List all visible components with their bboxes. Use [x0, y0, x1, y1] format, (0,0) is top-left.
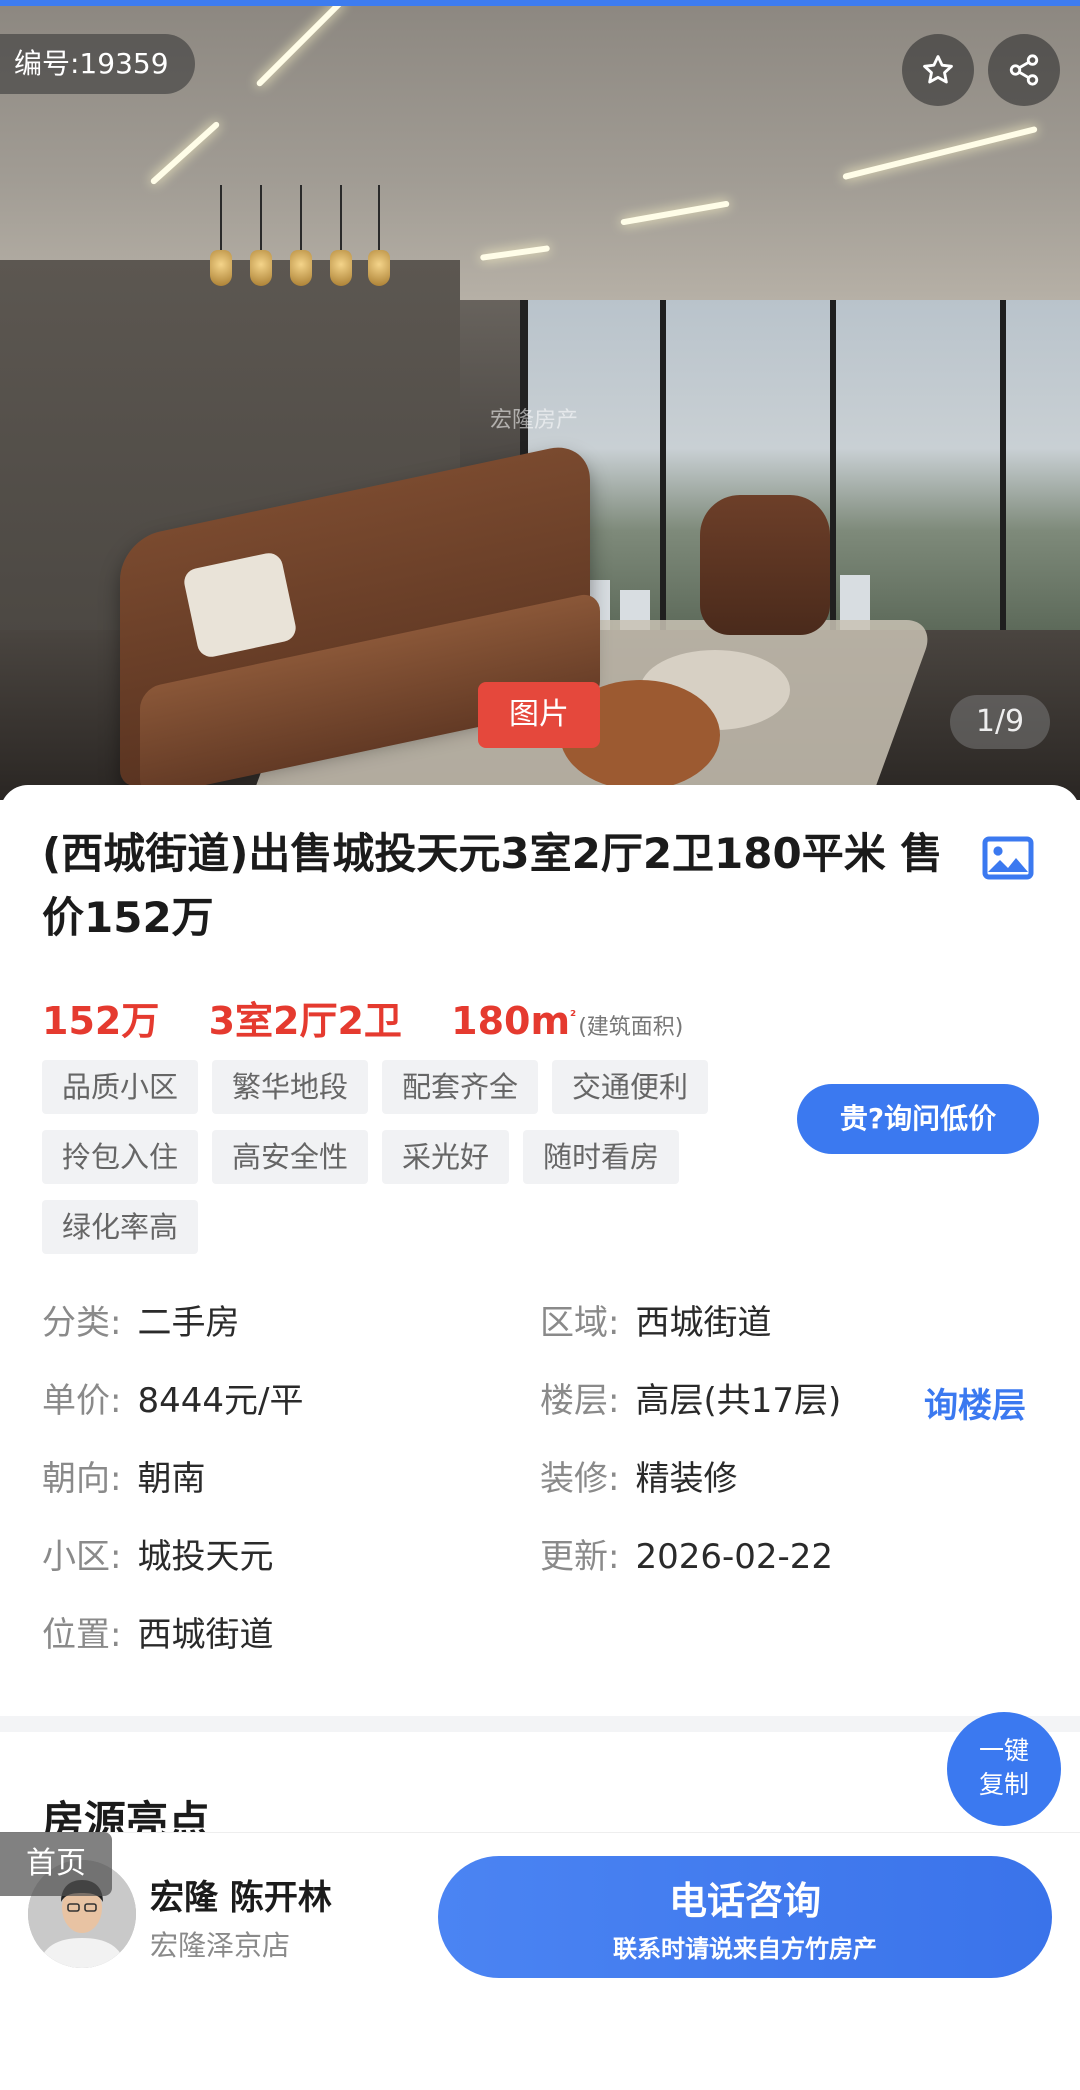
share-button[interactable] — [988, 34, 1060, 106]
feature-tag: 交通便利 — [552, 1060, 709, 1114]
detail-orientation: 朝向: 朝南 — [42, 1456, 205, 1502]
area-unit-sup: ² — [570, 1008, 577, 1025]
photo-window-frame — [830, 300, 836, 630]
detail-label: 装修: — [540, 1459, 620, 1499]
call-label: 电话咨询 — [668, 1879, 821, 1923]
photo-pendant-lamp — [368, 250, 390, 286]
photo-lamp-wire — [378, 185, 380, 250]
area: 180m²(建筑面积) — [451, 999, 719, 1043]
phone-consult-button[interactable]: 电话咨询 联系时请说来自方竹房产 — [438, 1856, 1052, 1978]
photo-tab[interactable]: 图片 — [478, 682, 600, 748]
feature-tag: 品质小区 — [42, 1060, 199, 1114]
photo-window-frame — [660, 300, 666, 630]
star-icon — [923, 55, 953, 84]
detail-label: 单价: — [42, 1381, 122, 1421]
section-divider — [0, 1716, 1080, 1732]
photo-lamp-wire — [220, 185, 222, 250]
detail-unit-price: 单价: 8444元/平 — [42, 1378, 303, 1424]
share-icon — [1009, 54, 1039, 86]
copy-label-line: 复制 — [978, 1770, 1029, 1799]
detail-category: 分类: 二手房 — [42, 1300, 239, 1346]
detail-district: 区域: 西城街道 — [540, 1300, 771, 1346]
detail-community: 小区: 城投天元 — [42, 1534, 273, 1580]
feature-tags: 品质小区 繁华地段 配套齐全 交通便利 拎包入住 高安全性 采光好 随时看房 绿… — [42, 1060, 762, 1254]
detail-value: 8444元/平 — [137, 1381, 304, 1421]
feature-tag: 高安全性 — [212, 1130, 369, 1184]
detail-label: 分类: — [42, 1303, 122, 1343]
agent-store: 宏隆泽京店 — [150, 1929, 291, 1962]
feature-tag: 拎包入住 — [42, 1130, 199, 1184]
photo-lamp-wire — [300, 185, 302, 250]
detail-value: 二手房 — [137, 1303, 240, 1343]
photo-pendant-lamp — [250, 250, 272, 286]
room-layout: 3室2厅2卫 — [208, 999, 402, 1043]
photo-pendant-lamp — [330, 250, 352, 286]
listing-id-badge: 编号:19359 — [0, 34, 195, 94]
detail-value: 精装修 — [635, 1459, 738, 1499]
area-value: 180m — [451, 999, 571, 1043]
feature-tag: 配套齐全 — [382, 1060, 539, 1114]
feature-tag: 采光好 — [382, 1130, 510, 1184]
agent-name: 宏隆 陈开林 — [150, 1878, 332, 1918]
detail-label: 区域: — [540, 1303, 620, 1343]
photo-window-frame — [1000, 300, 1006, 630]
detail-value: 2026-02-22 — [635, 1537, 834, 1577]
copy-button[interactable]: 一键 复制 — [947, 1712, 1061, 1826]
detail-value: 西城街道 — [635, 1303, 772, 1343]
detail-value: 高层(共17层) — [635, 1381, 842, 1421]
feature-tag: 绿化率高 — [42, 1200, 199, 1254]
photo-lamp-wire — [260, 185, 262, 250]
detail-decoration: 装修: 精装修 — [540, 1456, 737, 1502]
ask-lower-price-button[interactable]: 贵?询问低价 — [797, 1084, 1039, 1154]
photo-chair — [700, 495, 830, 635]
ask-floor-link[interactable]: 询楼层 — [924, 1378, 1026, 1427]
photo-lamp-wire — [340, 185, 342, 250]
photo-counter: 1/9 — [950, 695, 1050, 749]
feature-tag: 繁华地段 — [212, 1060, 369, 1114]
photo-pendant-lamp — [210, 250, 232, 286]
detail-value: 朝南 — [137, 1459, 206, 1499]
detail-label: 更新: — [540, 1537, 620, 1577]
detail-value: 西城街道 — [137, 1615, 274, 1655]
detail-label: 位置: — [42, 1615, 122, 1655]
gallery-icon[interactable] — [982, 836, 1034, 880]
feature-tag: 随时看房 — [523, 1130, 680, 1184]
price: 152万 — [42, 999, 160, 1043]
favorite-button[interactable] — [902, 34, 974, 106]
home-button[interactable]: 首页 — [0, 1832, 112, 1896]
detail-updated: 更新: 2026-02-22 — [540, 1534, 833, 1580]
photo-watermark: 宏隆房产 — [490, 408, 579, 433]
detail-floor: 楼层: 高层(共17层) — [540, 1378, 841, 1424]
call-sublabel: 联系时请说来自方竹房产 — [613, 1935, 877, 1963]
detail-label: 楼层: — [540, 1381, 620, 1421]
top-accent-bar — [0, 0, 1080, 6]
detail-value: 城投天元 — [137, 1537, 274, 1577]
detail-label: 朝向: — [42, 1459, 122, 1499]
photo-pendant-lamp — [290, 250, 312, 286]
key-stats: 152万 3室2厅2卫 180m²(建筑面积) — [42, 990, 719, 1045]
copy-label-line: 一键 — [978, 1736, 1029, 1765]
listing-title: (西城街道)出售城投天元3室2厅2卫180平米 售价152万 — [42, 829, 943, 942]
detail-location: 位置: 西城街道 — [42, 1612, 273, 1658]
area-note: (建筑面积) — [578, 1015, 684, 1040]
listing-photo[interactable]: 宏隆房产 — [0, 0, 1080, 800]
detail-label: 小区: — [42, 1537, 122, 1577]
